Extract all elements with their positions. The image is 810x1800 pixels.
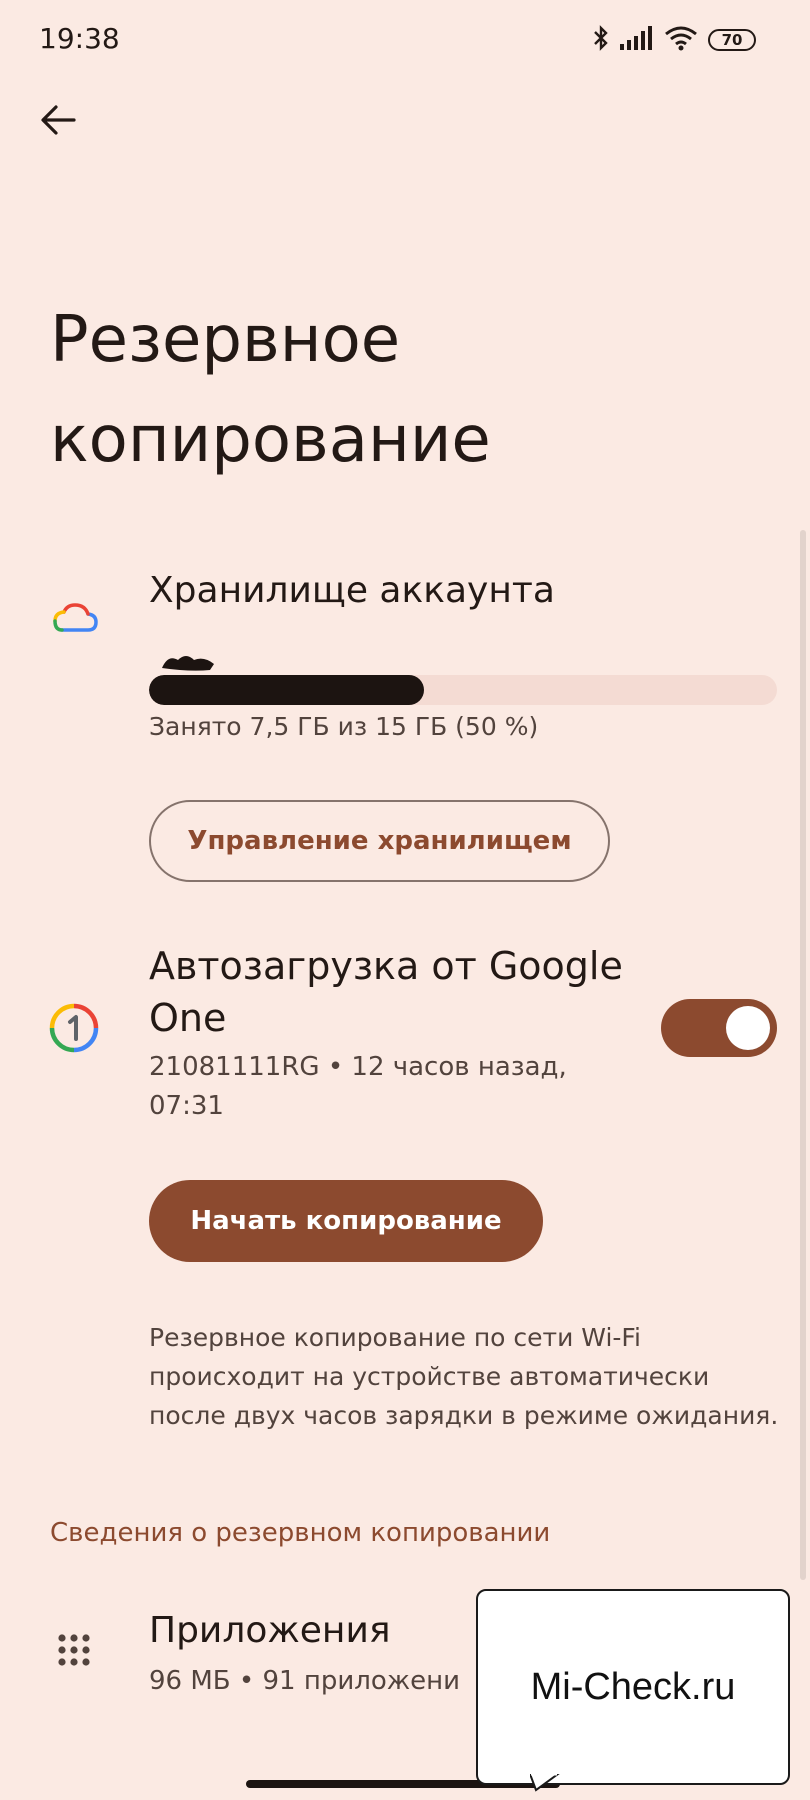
- storage-subtitle: Занято 7,5 ГБ из 15 ГБ (50 %): [149, 712, 539, 741]
- toggle-knob: [726, 1006, 770, 1050]
- google-cloud-icon: [50, 598, 100, 638]
- storage-progress-fill: [149, 675, 425, 705]
- backup-details-section-title: Сведения о резервном копировании: [50, 1518, 551, 1548]
- back-button[interactable]: [32, 96, 84, 148]
- google-one-icon: [48, 1002, 100, 1054]
- backup-info-text: Резервное копирование по сети Wi-Fi прои…: [149, 1323, 779, 1430]
- scrollbar[interactable]: [800, 530, 806, 1580]
- watermark: Mi-Check.ru: [476, 1589, 790, 1785]
- arrow-back-icon: [40, 104, 76, 140]
- signal-icon: [620, 26, 654, 54]
- bluetooth-icon: [592, 24, 610, 56]
- apps-grid-icon: [56, 1632, 92, 1668]
- battery-icon: 70: [708, 29, 756, 51]
- redacted-blob: [160, 650, 216, 672]
- apps-subtitle: 96 МБ • 91 приложени: [149, 1666, 461, 1696]
- status-bar: 19:38 70: [0, 0, 810, 82]
- manage-storage-button[interactable]: Управление хранилищем: [149, 800, 610, 882]
- status-icons: 70: [592, 24, 756, 56]
- page-title: Резервное копирование: [50, 303, 491, 477]
- wifi-icon: [664, 25, 698, 55]
- google-one-subtitle: 21081111RG • 12 часов назад, 07:31: [149, 1052, 567, 1121]
- google-one-toggle[interactable]: [661, 999, 777, 1057]
- storage-title: Хранилище аккаунта: [149, 570, 555, 611]
- apps-title[interactable]: Приложения: [149, 1610, 391, 1651]
- start-backup-button[interactable]: Начать копирование: [149, 1180, 543, 1262]
- storage-progress-bar: [149, 675, 777, 705]
- status-time: 19:38: [39, 22, 120, 55]
- google-one-title: Автозагрузка от Google One: [149, 944, 623, 1040]
